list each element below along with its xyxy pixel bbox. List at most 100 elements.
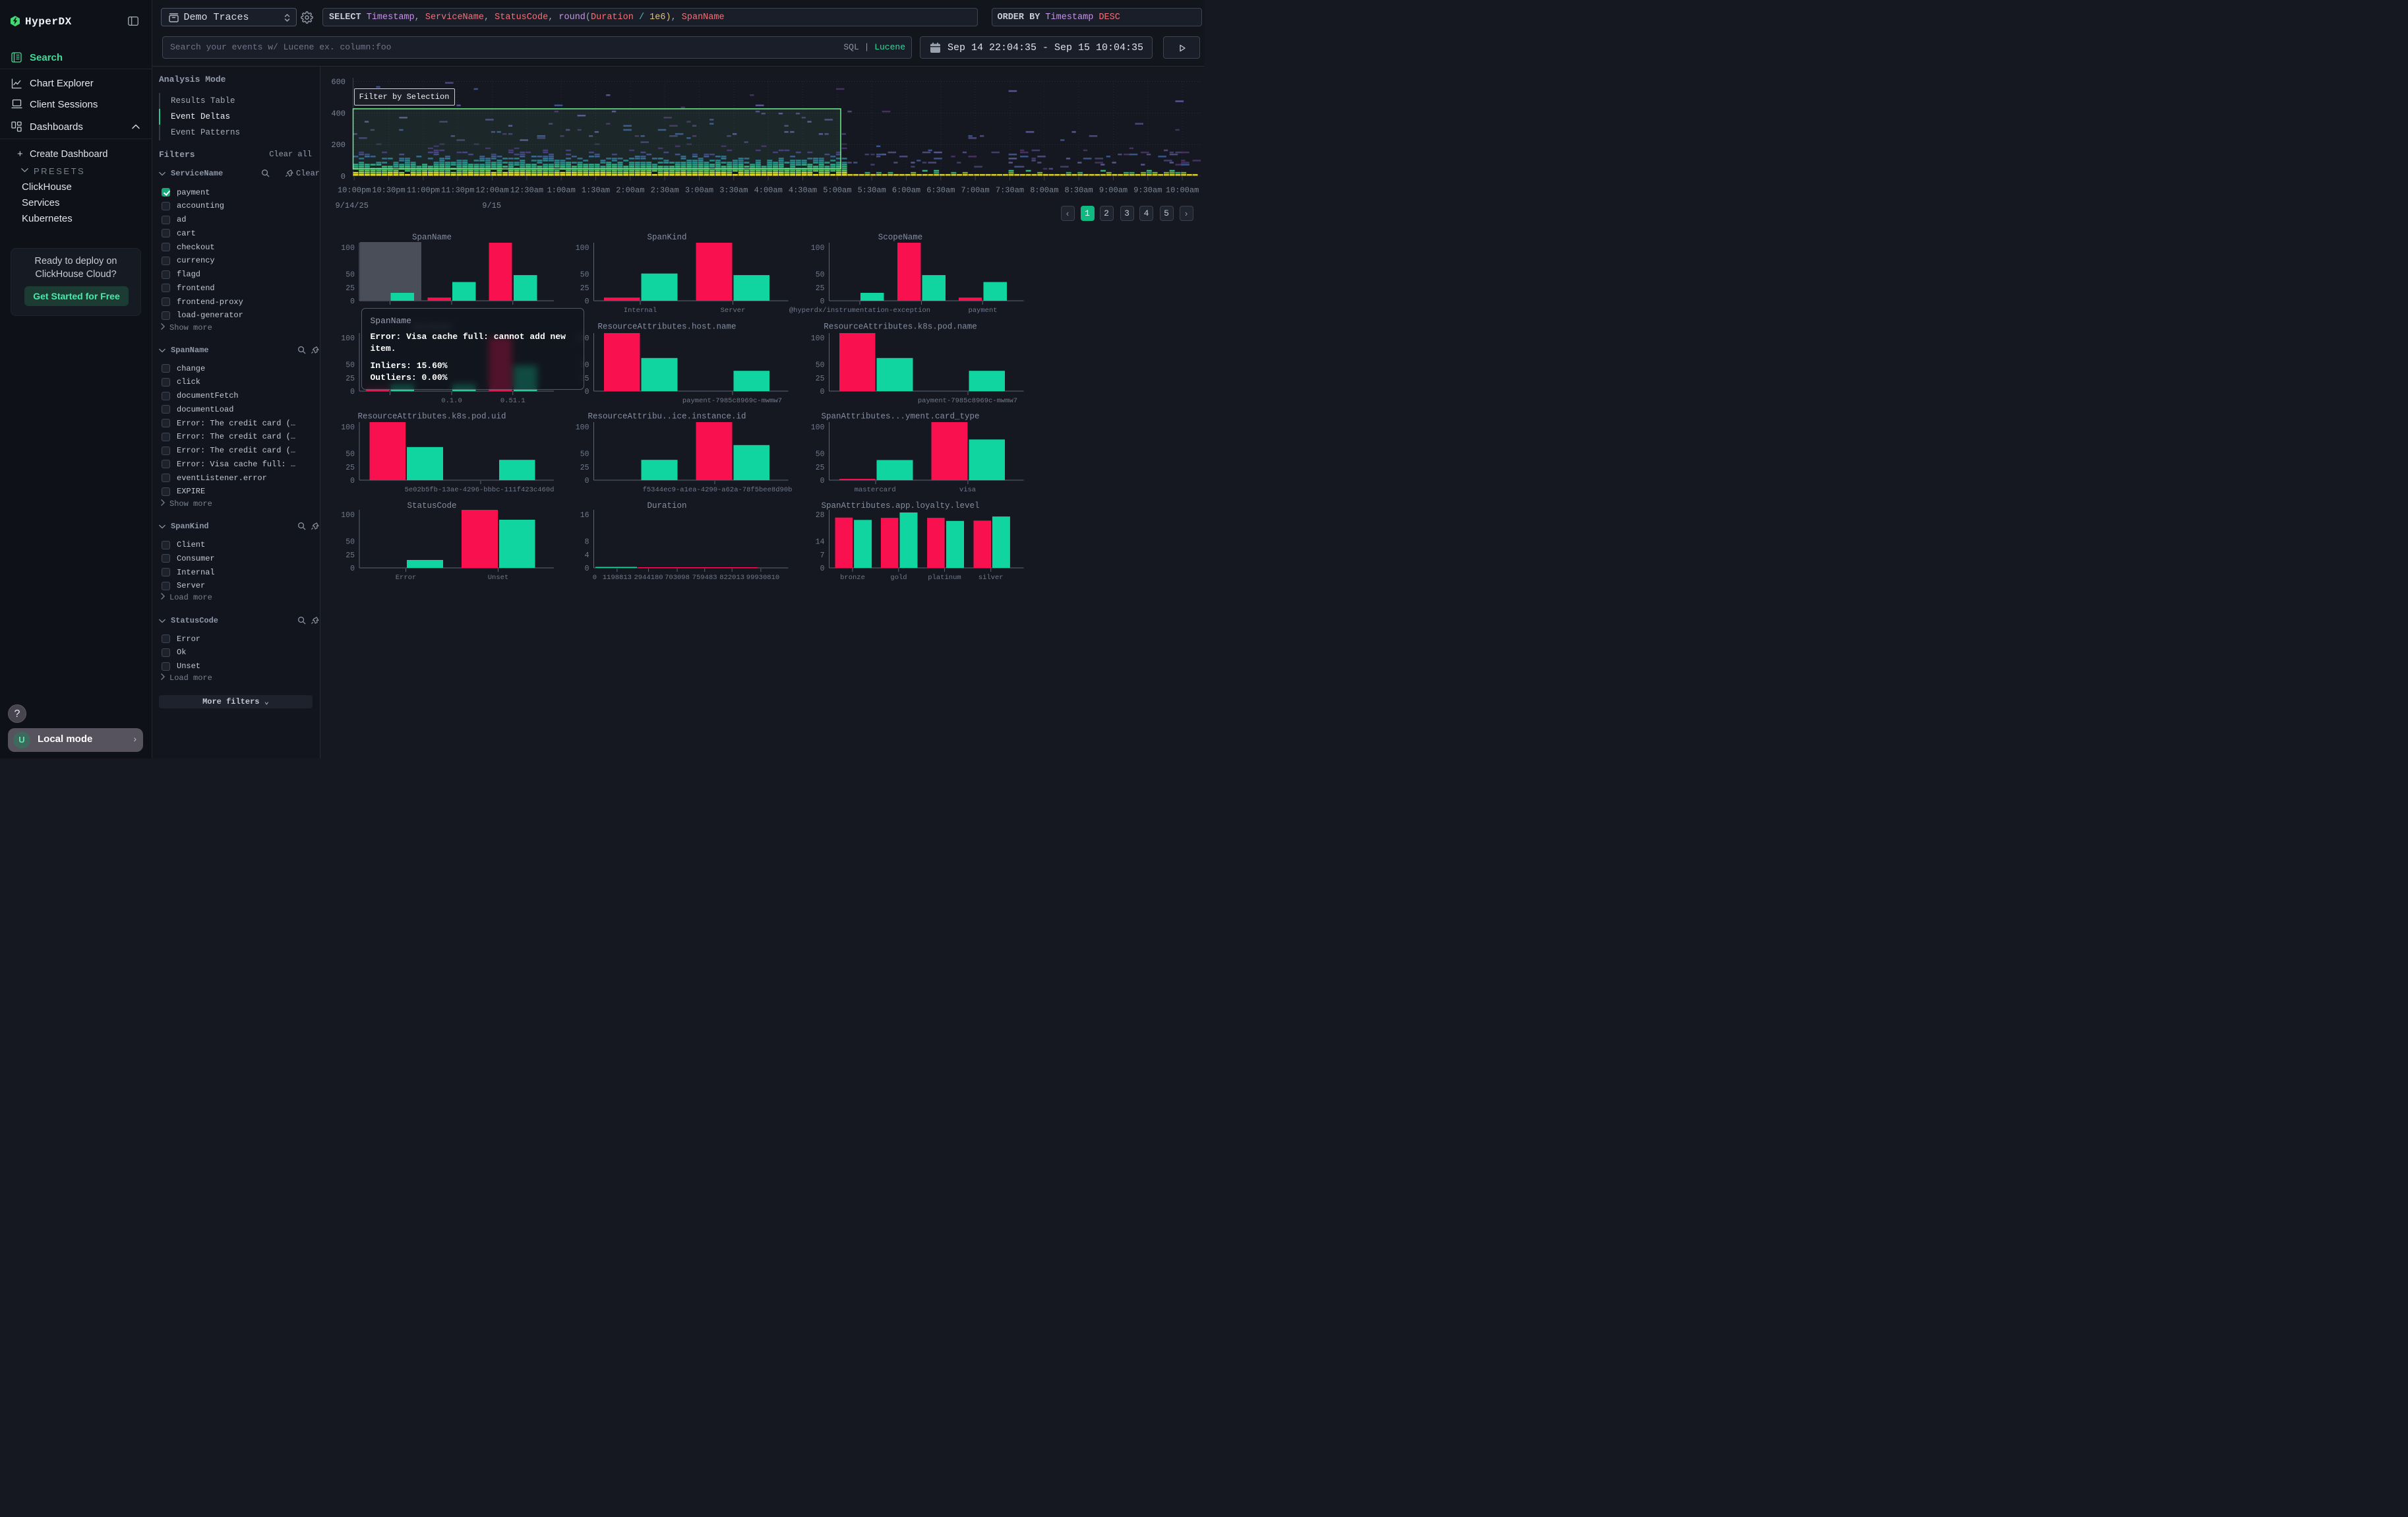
svg-text:25: 25: [816, 375, 825, 383]
svg-text:ResourceAttributes.host.name: ResourceAttributes.host.name: [597, 323, 736, 332]
svg-text:silver: silver: [978, 574, 1004, 582]
svg-text:12:00am: 12:00am: [475, 186, 508, 195]
svg-text:0: 0: [820, 565, 825, 573]
svg-text:2944180: 2944180: [634, 574, 663, 582]
svg-text:Server: Server: [721, 307, 746, 315]
svg-text:5:00am: 5:00am: [823, 186, 851, 195]
svg-text:100: 100: [341, 511, 355, 520]
svg-text:SpanKind: SpanKind: [647, 233, 686, 242]
svg-text:4:30am: 4:30am: [789, 186, 817, 195]
svg-text:12:30am: 12:30am: [510, 186, 543, 195]
svg-text:100: 100: [341, 244, 355, 253]
svg-text:5e02b5fb-13ae-4296-bbbc-111f42: 5e02b5fb-13ae-4296-bbbc-111f423c460d: [405, 486, 555, 494]
svg-text:SpanAttributes...yment.card_ty: SpanAttributes...yment.card_type: [821, 412, 979, 421]
svg-text:1198813: 1198813: [603, 574, 632, 582]
svg-text:Unset: Unset: [488, 574, 509, 582]
svg-text:f5344ec9-a1ea-4290-a62a-78f5be: f5344ec9-a1ea-4290-a62a-78f5bee8d90b: [643, 486, 793, 494]
svg-text:50: 50: [816, 271, 825, 280]
svg-text:9/14/25: 9/14/25: [335, 201, 368, 210]
svg-text:9/15: 9/15: [482, 201, 501, 210]
svg-text:SpanName: SpanName: [412, 233, 452, 242]
svg-text:400: 400: [331, 109, 346, 118]
svg-text:25: 25: [346, 284, 355, 293]
svg-text:0: 0: [585, 388, 589, 396]
svg-text:759483: 759483: [692, 574, 717, 582]
svg-text:100: 100: [341, 423, 355, 432]
svg-text:100: 100: [811, 334, 825, 343]
svg-text:visa: visa: [959, 486, 976, 494]
svg-text:8:30am: 8:30am: [1064, 186, 1093, 195]
svg-text:11:30pm: 11:30pm: [441, 186, 474, 195]
svg-text:StatusCode: StatusCode: [407, 501, 456, 511]
svg-text:0: 0: [593, 574, 597, 582]
svg-text:6:30am: 6:30am: [926, 186, 955, 195]
svg-text:0: 0: [350, 388, 355, 396]
svg-text:100: 100: [576, 423, 589, 432]
svg-text:0: 0: [585, 477, 589, 485]
svg-text:0: 0: [350, 297, 355, 306]
svg-text:Error: Error: [396, 574, 417, 582]
svg-text:600: 600: [331, 78, 346, 87]
svg-text:28: 28: [816, 511, 825, 520]
svg-text:0.1.0: 0.1.0: [441, 397, 462, 405]
svg-text:0: 0: [820, 477, 825, 485]
svg-text:ResourceAttributes.k8s.pod.nam: ResourceAttributes.k8s.pod.name: [824, 323, 977, 332]
svg-text:1:30am: 1:30am: [582, 186, 610, 195]
svg-text:10:30pm: 10:30pm: [372, 186, 405, 195]
svg-text:platinum: platinum: [928, 574, 961, 582]
svg-text:25: 25: [346, 464, 355, 472]
svg-text:mastercard: mastercard: [855, 486, 896, 494]
svg-text:100: 100: [811, 244, 825, 253]
svg-text:0: 0: [350, 477, 355, 485]
svg-text:bronze: bronze: [840, 574, 865, 582]
svg-text:10:00am: 10:00am: [1166, 186, 1199, 195]
svg-text:3:30am: 3:30am: [719, 186, 748, 195]
svg-text:0: 0: [820, 297, 825, 306]
svg-text:7:00am: 7:00am: [961, 186, 989, 195]
svg-text:payment-7985c8969c-mwmw7: payment-7985c8969c-mwmw7: [682, 397, 782, 405]
svg-text:4: 4: [585, 551, 589, 560]
svg-text:9:30am: 9:30am: [1133, 186, 1162, 195]
svg-text:7: 7: [820, 551, 825, 560]
svg-text:50: 50: [346, 271, 355, 280]
svg-text:25: 25: [816, 464, 825, 472]
svg-text:25: 25: [346, 375, 355, 383]
svg-text:50: 50: [816, 450, 825, 459]
svg-text:ResourceAttributes.k8s.pod.uid: ResourceAttributes.k8s.pod.uid: [357, 412, 506, 421]
svg-text:0: 0: [350, 565, 355, 573]
svg-text:703098: 703098: [665, 574, 690, 582]
svg-text:0: 0: [820, 388, 825, 396]
svg-text:822013: 822013: [719, 574, 744, 582]
svg-text:0: 0: [585, 565, 589, 573]
svg-text:0: 0: [585, 297, 589, 306]
svg-text:99930810: 99930810: [746, 574, 779, 582]
svg-text:9:00am: 9:00am: [1099, 186, 1128, 195]
svg-text:6:00am: 6:00am: [892, 186, 920, 195]
svg-text:50: 50: [346, 538, 355, 547]
svg-text:8: 8: [585, 538, 589, 547]
svg-text:Internal: Internal: [624, 307, 657, 315]
svg-text:2:00am: 2:00am: [616, 186, 644, 195]
svg-text:100: 100: [576, 244, 589, 253]
svg-text:payment-7985c8969c-mwmw7: payment-7985c8969c-mwmw7: [918, 397, 1017, 405]
svg-text:8:00am: 8:00am: [1030, 186, 1058, 195]
svg-text:50: 50: [580, 271, 589, 280]
svg-text:gold: gold: [890, 574, 907, 582]
svg-text:SpanAttributes.app.loyalty.lev: SpanAttributes.app.loyalty.level: [821, 501, 979, 511]
svg-text:50: 50: [346, 450, 355, 459]
svg-text:50: 50: [346, 361, 355, 370]
svg-text:0: 0: [341, 172, 346, 181]
svg-text:2:30am: 2:30am: [651, 186, 679, 195]
svg-text:3:00am: 3:00am: [685, 186, 713, 195]
svg-text:100: 100: [341, 334, 355, 343]
svg-text:4:00am: 4:00am: [754, 186, 783, 195]
svg-text:50: 50: [816, 361, 825, 370]
svg-text:1:00am: 1:00am: [547, 186, 576, 195]
svg-text:0.51.1: 0.51.1: [500, 397, 526, 405]
svg-text:10:00pm: 10:00pm: [338, 186, 371, 195]
svg-text:ResourceAttribu..ice.instance.: ResourceAttribu..ice.instance.id: [587, 412, 746, 421]
svg-text:11:00pm: 11:00pm: [407, 186, 440, 195]
svg-text:payment: payment: [968, 307, 997, 315]
svg-text:25: 25: [346, 551, 355, 560]
svg-text:25: 25: [816, 284, 825, 293]
